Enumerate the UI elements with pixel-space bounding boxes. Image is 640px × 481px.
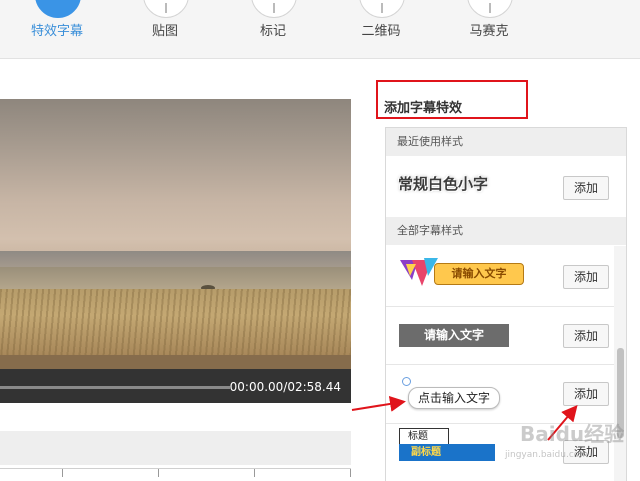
arrow-to-bubble-style — [351, 395, 406, 412]
watermark-logo: Baidu经验 — [520, 422, 625, 446]
annotation-arrows — [351, 395, 578, 441]
watermark-url: jingyan.baidu.com — [505, 450, 589, 460]
